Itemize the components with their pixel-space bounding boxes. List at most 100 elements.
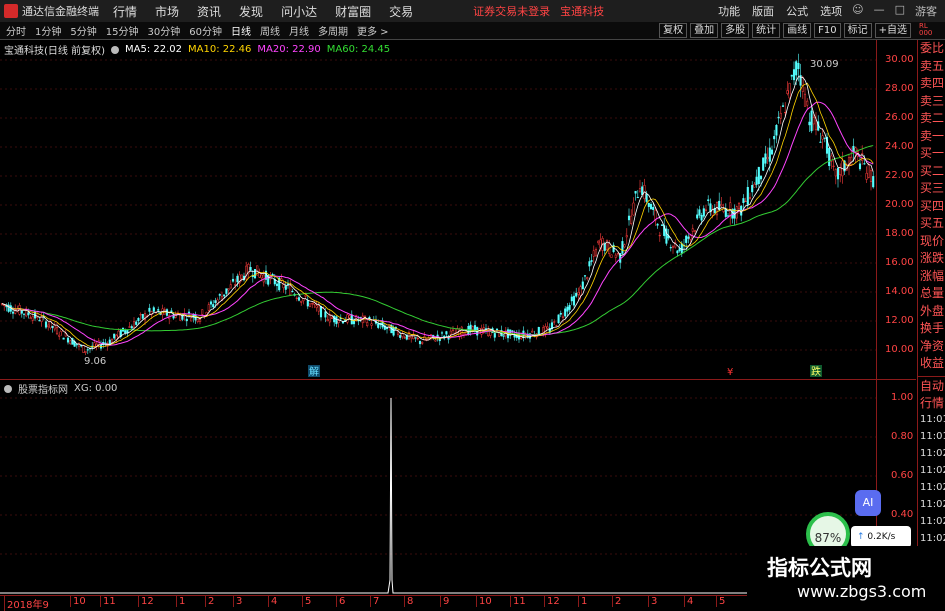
candle-body [537, 326, 540, 335]
candle-body [865, 172, 868, 180]
candle-body [135, 321, 138, 325]
candle-body [337, 320, 340, 323]
candle-body [726, 215, 730, 217]
corner-label-2: 000 [919, 29, 933, 37]
candle-body [788, 83, 791, 99]
tick-time: 11:02 [920, 532, 945, 544]
dividend-marker[interactable]: ¥ [727, 367, 733, 378]
candle-body [869, 170, 873, 183]
candle-body [790, 74, 793, 77]
candle-body [289, 285, 292, 296]
tool-stats[interactable]: 统计 [752, 23, 781, 38]
settings-dot-icon[interactable] [110, 45, 119, 54]
candle-body [755, 176, 758, 185]
menu-item-quotes[interactable]: 行情 [113, 3, 137, 20]
candle-body [196, 318, 199, 322]
tool-draw[interactable]: 画线 [783, 23, 812, 38]
login-status[interactable]: 证券交易未登录 [473, 3, 550, 19]
candle-body [704, 209, 708, 211]
candle-body [229, 284, 232, 289]
quote-field-label: 卖二 [920, 111, 945, 125]
tool-overlay[interactable]: 叠加 [690, 23, 719, 38]
candle-body [579, 286, 582, 296]
minimize-icon[interactable]: — [874, 3, 885, 19]
quote-field-label: 涨幅 [920, 268, 945, 283]
candle-body [583, 275, 587, 277]
tool-add-watchlist[interactable]: +自选 [874, 23, 911, 38]
candle-body [201, 309, 204, 315]
indicator-settings-icon[interactable] [4, 384, 12, 393]
price-tick-label: 16.00 [885, 257, 914, 268]
candle-body [346, 314, 349, 323]
tab-more[interactable]: 更多 > [357, 23, 389, 38]
indicator-name[interactable]: 股票指标网 [18, 381, 68, 396]
candle-body [751, 185, 754, 193]
candle-body [685, 235, 688, 243]
auto-label[interactable]: 自动 [918, 377, 945, 394]
menu-item-discover[interactable]: 发现 [239, 3, 263, 20]
candle-body [58, 334, 61, 337]
ma10-label: MA10: 22.46 [188, 44, 252, 55]
candlestick-chart[interactable]: 30.09 9.06 解 ¥ 跌 [0, 40, 876, 379]
tab-1min[interactable]: 1分钟 [35, 23, 61, 38]
drop-marker[interactable]: 跌 [811, 365, 821, 378]
tab-30min[interactable]: 30分钟 [147, 23, 180, 38]
chart-grid [0, 59, 876, 351]
candle-body [828, 148, 831, 167]
candle-body [632, 202, 635, 216]
tab-5min[interactable]: 5分钟 [70, 23, 96, 38]
candle-body [165, 309, 169, 316]
menu-item-options[interactable]: 选项 [820, 3, 842, 19]
quote-field-label: 净资 [920, 338, 945, 353]
menu-item-ask[interactable]: 问小达 [281, 3, 317, 20]
tab-monthly[interactable]: 月线 [289, 23, 309, 38]
menu-item-news[interactable]: 资讯 [197, 3, 221, 20]
candle-body [231, 278, 235, 282]
candle-body [693, 230, 697, 232]
trade-label[interactable]: 行情 [918, 394, 945, 411]
tool-mark[interactable]: 标记 [843, 23, 872, 38]
candle-body [128, 326, 131, 328]
candle-body [190, 317, 193, 322]
tab-15min[interactable]: 15分钟 [106, 23, 139, 38]
menu-item-wealth[interactable]: 财富圈 [335, 3, 371, 20]
candle-body [451, 329, 455, 331]
tool-adjust[interactable]: 复权 [659, 23, 688, 38]
date-tick-label: 4 [268, 596, 277, 607]
menu-item-layout[interactable]: 版面 [752, 3, 774, 19]
quote-field-label: 委比 [920, 41, 945, 55]
menu-item-function[interactable]: 功能 [718, 3, 740, 19]
unlock-marker[interactable]: 解 [309, 365, 319, 378]
candle-body [795, 61, 798, 76]
candle-body [691, 228, 694, 232]
candle-body [152, 307, 155, 312]
tab-weekly[interactable]: 周线 [260, 23, 280, 38]
candle-body [271, 273, 274, 276]
tab-daily[interactable]: 日线 [231, 23, 251, 38]
indicator-tick-label: 0.60 [891, 470, 914, 481]
candle-body [777, 116, 780, 119]
app-logo-icon [4, 4, 18, 18]
candle-body [638, 188, 642, 193]
menu-item-market[interactable]: 市场 [155, 3, 179, 20]
ai-button[interactable]: AI [855, 490, 881, 516]
tool-multi-stock[interactable]: 多股 [721, 23, 750, 38]
candle-body [625, 235, 628, 238]
candle-body [392, 327, 395, 336]
tab-multi-period[interactable]: 多周期 [318, 23, 348, 38]
menu-item-formula[interactable]: 公式 [786, 3, 808, 19]
date-tick-label: 4 [684, 596, 693, 607]
indicator-chart[interactable] [0, 380, 876, 594]
candle-body [29, 317, 32, 319]
tab-60min[interactable]: 60分钟 [189, 23, 222, 38]
guest-label[interactable]: 游客 [915, 3, 937, 19]
candle-body [300, 300, 303, 303]
quote-field-label: 外盘 [920, 303, 945, 318]
candle-body [757, 166, 760, 184]
restore-icon[interactable]: □ [895, 3, 905, 19]
menu-item-trade[interactable]: 交易 [389, 3, 413, 20]
candle-body [858, 163, 862, 170]
user-icon[interactable]: ☺ [852, 3, 863, 19]
tool-f10[interactable]: F10 [814, 23, 841, 38]
tab-intraday[interactable]: 分时 [6, 23, 26, 38]
